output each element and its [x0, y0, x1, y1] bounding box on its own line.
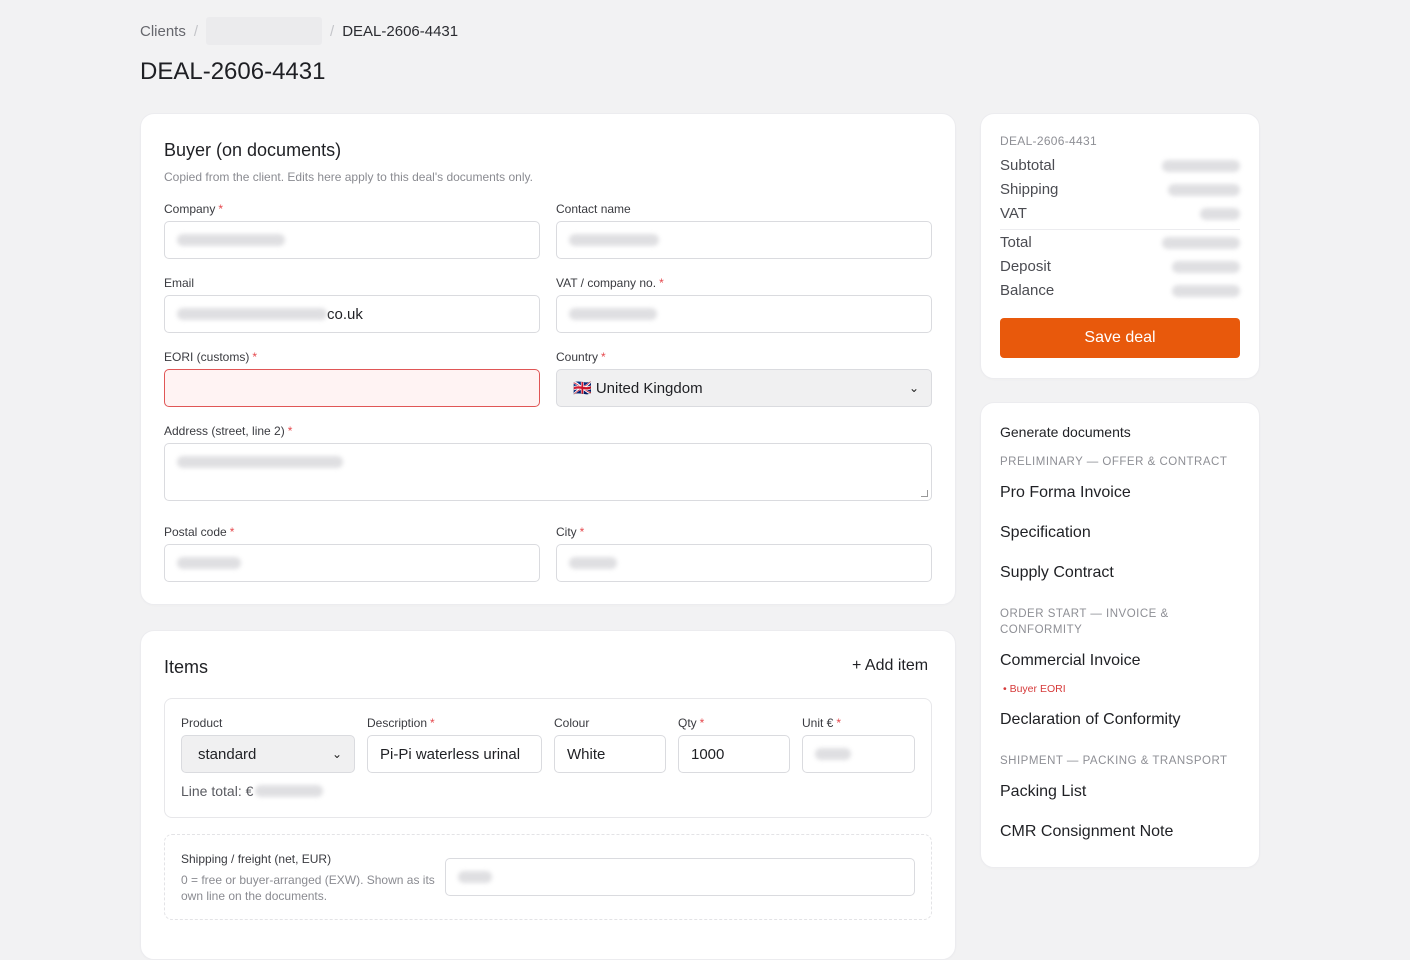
- doc-group-order-start: ORDER START — INVOICE & CONFORMITY: [1000, 608, 1169, 636]
- email-input[interactable]: co.uk: [164, 295, 540, 333]
- doc-commercial-invoice[interactable]: Commercial Invoice: [1000, 652, 1140, 670]
- summary-row-vat: VAT: [1000, 205, 1240, 222]
- documents-title: Generate documents: [1000, 424, 1131, 440]
- page-title: DEAL-2606-4431: [140, 58, 326, 85]
- summary-row-deposit: Deposit: [1000, 258, 1240, 275]
- summary-row-shipping: Shipping: [1000, 181, 1240, 198]
- buyer-hint: Copied from the client. Edits here apply…: [164, 170, 533, 184]
- product-value: standard: [198, 745, 257, 763]
- summary-row-total: Total: [1000, 234, 1240, 251]
- doc-commercial-invoice-warning: • Buyer EORI: [1003, 683, 1066, 695]
- doc-group-shipment: SHIPMENT — PACKING & TRANSPORT: [1000, 755, 1228, 767]
- eori-input[interactable]: [164, 369, 540, 407]
- description-input[interactable]: Pi-Pi waterless urinal: [367, 735, 542, 773]
- country-select[interactable]: 🇬🇧 United Kingdom ⌄: [556, 369, 932, 407]
- unit-price-label: Unit € *: [802, 716, 842, 730]
- description-label: Description *: [367, 716, 435, 730]
- summary-row-subtotal: Subtotal: [1000, 157, 1240, 174]
- breadcrumb-clients-link[interactable]: Clients: [140, 23, 186, 40]
- breadcrumb: Clients / / DEAL-2606-4431: [140, 17, 459, 45]
- items-section-title: Items: [164, 657, 209, 677]
- qty-input[interactable]: 1000: [678, 735, 790, 773]
- doc-group-preliminary: PRELIMINARY — OFFER & CONTRACT: [1000, 456, 1228, 468]
- company-input[interactable]: [164, 221, 540, 259]
- chevron-down-icon: ⌄: [908, 381, 919, 395]
- shipping-label: Shipping / freight (net, EUR): [181, 852, 332, 866]
- city-label: City *: [556, 525, 585, 539]
- breadcrumb-client-link[interactable]: [206, 17, 323, 45]
- line-total: Line total: €: [181, 783, 324, 799]
- company-label: Company *: [164, 202, 224, 216]
- shipping-input[interactable]: [445, 858, 915, 896]
- resize-handle-icon[interactable]: [921, 490, 928, 497]
- product-select[interactable]: standard ⌄: [181, 735, 355, 773]
- summary-deal-id: DEAL-2606-4431: [1000, 134, 1097, 148]
- save-deal-button[interactable]: Save deal: [1000, 318, 1240, 358]
- chevron-down-icon: ⌄: [331, 747, 342, 761]
- breadcrumb-separator: /: [193, 22, 199, 40]
- vat-label: VAT / company no. *: [556, 276, 664, 290]
- colour-label: Colour: [554, 716, 590, 730]
- qty-label: Qty *: [678, 716, 705, 730]
- summary-divider: [1000, 229, 1240, 230]
- colour-input[interactable]: White: [554, 735, 666, 773]
- doc-supply-contract[interactable]: Supply Contract: [1000, 564, 1114, 582]
- city-input[interactable]: [556, 544, 932, 582]
- vat-input[interactable]: [556, 295, 932, 333]
- email-label: Email: [164, 276, 195, 290]
- address-label: Address (street, line 2) *: [164, 424, 293, 438]
- product-label: Product: [181, 716, 223, 730]
- eori-label: EORI (customs) *: [164, 350, 258, 364]
- add-item-button[interactable]: + Add item: [852, 657, 928, 675]
- country-value: 🇬🇧 United Kingdom: [573, 380, 703, 397]
- contact-name-input[interactable]: [556, 221, 932, 259]
- breadcrumb-separator: /: [330, 22, 335, 40]
- country-label: Country *: [556, 350, 606, 364]
- doc-pro-forma-invoice[interactable]: Pro Forma Invoice: [1000, 484, 1131, 502]
- breadcrumb-current: DEAL-2606-4431: [342, 22, 459, 40]
- doc-specification[interactable]: Specification: [1000, 524, 1091, 542]
- buyer-card: [140, 113, 956, 605]
- unit-price-input[interactable]: [802, 735, 915, 773]
- doc-cmr-consignment-note[interactable]: CMR Consignment Note: [1000, 823, 1173, 841]
- shipping-hint: 0 = free or buyer-arranged (EXW). Shown …: [181, 873, 435, 903]
- doc-declaration-of-conformity[interactable]: Declaration of Conformity: [1000, 711, 1181, 729]
- buyer-section-title: Buyer (on documents): [164, 140, 342, 160]
- summary-row-balance: Balance: [1000, 282, 1240, 299]
- postal-code-input[interactable]: [164, 544, 540, 582]
- contact-name-label: Contact name: [556, 202, 631, 216]
- postal-code-label: Postal code *: [164, 525, 235, 539]
- address-textarea[interactable]: [164, 443, 932, 501]
- doc-packing-list[interactable]: Packing List: [1000, 783, 1086, 801]
